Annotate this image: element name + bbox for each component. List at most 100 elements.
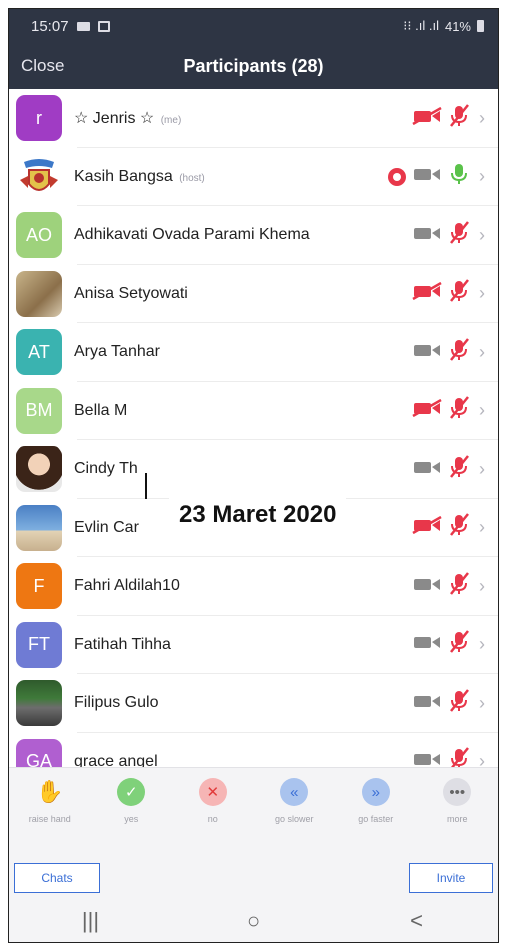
chevron-right-icon: ›: [479, 166, 485, 187]
participant-controls: ›: [412, 733, 488, 767]
participant-name: Kasih Bangsa (host): [74, 168, 205, 186]
avatar: [16, 154, 62, 200]
avatar-initials: F: [33, 575, 45, 596]
participant-controls: ›: [412, 616, 488, 675]
reaction-label: go faster: [358, 814, 394, 824]
video-camera-icon: [412, 633, 442, 656]
participant-name: Evlin Car: [74, 519, 139, 537]
invite-button[interactable]: Invite: [409, 863, 493, 893]
more-icon: •••: [443, 778, 472, 806]
participant-row[interactable]: Kasih Bangsa (host) ›: [9, 147, 498, 207]
video-camera-icon: [412, 692, 442, 715]
close-button[interactable]: Close: [21, 56, 64, 76]
video-off-icon: [412, 282, 442, 305]
avatar: FT: [16, 621, 62, 668]
avatar-initials: GA: [25, 751, 52, 767]
status-bar: 15:07 ⁝⁝ .ıl .ıl 41%: [9, 9, 498, 43]
participant-name: Adhikavati Ovada Parami Khema: [74, 226, 310, 244]
chevron-right-icon: ›: [479, 224, 485, 245]
chevron-right-icon: ›: [479, 634, 485, 655]
avatar-initials: FT: [28, 634, 50, 655]
video-camera-icon: [412, 458, 442, 481]
page-title: Participants (28): [183, 55, 324, 76]
participant-name-text: Fahri Aldilah10: [74, 577, 180, 595]
chevron-right-icon: ›: [479, 283, 485, 304]
participant-row[interactable]: r ☆ Jenris ☆ (me) ›: [9, 89, 498, 148]
participant-name: Filipus Gulo: [74, 694, 158, 712]
chevron-right-icon: ›: [479, 692, 485, 713]
home-button[interactable]: ○: [224, 908, 284, 934]
microphone-muted-icon: [448, 688, 470, 718]
participant-row[interactable]: FT Fatihah Tihha ›: [9, 615, 498, 675]
reaction-label: raise hand: [28, 814, 71, 824]
participant-role-tag: (host): [179, 172, 205, 184]
participant-controls: ›: [412, 382, 488, 441]
recording-icon: [388, 167, 406, 186]
reaction-yes-button[interactable]: ✓ yes: [96, 778, 166, 824]
participant-controls: ›: [412, 206, 488, 265]
reaction-raise-hand-button[interactable]: ✋ raise hand: [15, 778, 85, 824]
microphone-muted-icon: [448, 571, 470, 601]
participant-row[interactable]: Anisa Setyowati ›: [9, 264, 498, 324]
reaction-label: more: [446, 814, 468, 824]
avatar: AO: [16, 212, 62, 259]
chevron-right-icon: ›: [479, 751, 485, 767]
reaction-go-slower-button[interactable]: « go slower: [259, 778, 329, 824]
reaction-go-faster-button[interactable]: » go faster: [341, 778, 411, 824]
participant-row[interactable]: AO Adhikavati Ovada Parami Khema ›: [9, 206, 498, 265]
video-camera-icon: [412, 750, 442, 767]
participant-name-text: Bella M: [74, 401, 128, 419]
avatar-initials: AO: [25, 224, 52, 245]
chats-button[interactable]: Chats: [14, 863, 100, 893]
participant-controls: ›: [412, 499, 488, 558]
participant-name-text: ☆ Jenris ☆: [74, 110, 155, 128]
participant-controls: ›: [412, 674, 488, 733]
participant-controls: ›: [388, 148, 488, 207]
video-off-icon: [412, 399, 442, 422]
chevron-right-icon: ›: [479, 107, 485, 128]
participant-name-text: Anisa Setyowati: [74, 284, 188, 302]
phone-screen: 15:07 ⁝⁝ .ıl .ıl 41% Close Participants …: [8, 8, 499, 943]
reaction-more-button[interactable]: ••• more: [422, 778, 492, 824]
microphone-icon: [448, 162, 470, 191]
participant-controls: ›: [412, 265, 488, 324]
reaction-no-button[interactable]: ✕ no: [178, 778, 248, 824]
participant-row[interactable]: Filipus Gulo ›: [9, 674, 498, 733]
participant-controls: ›: [412, 440, 488, 499]
participant-name: Arya Tanhar: [74, 343, 160, 361]
video-camera-icon: [412, 575, 442, 598]
participant-row[interactable]: AT Arya Tanhar ›: [9, 323, 498, 382]
video-off-icon: [412, 106, 442, 130]
microphone-muted-icon: [448, 279, 470, 308]
reaction-label: yes: [124, 814, 139, 824]
signal-icon: ⁝⁝ .ıl .ıl: [403, 18, 439, 33]
participant-row[interactable]: F Fahri Aldilah10 ›: [9, 557, 498, 616]
raise-hand-icon: ✋: [36, 779, 64, 804]
participant-name-text: Evlin Car: [74, 518, 139, 536]
chevron-right-icon: ›: [479, 575, 485, 596]
text-cursor: [145, 473, 147, 499]
microphone-muted-icon: [448, 630, 470, 659]
microphone-muted-icon: [448, 396, 470, 425]
participant-name-text: grace angel: [74, 752, 158, 767]
participant-row[interactable]: BM Bella M ›: [9, 381, 498, 441]
recents-button[interactable]: |||: [61, 908, 121, 934]
participant-name-text: Arya Tanhar: [74, 343, 160, 361]
reactions-bar: ✋ raise hand ✓ yes ✕ no « go slower » go faster ••…: [9, 767, 498, 847]
avatar: AT: [16, 329, 62, 376]
participant-controls: ›: [412, 557, 488, 616]
participant-name: grace angel: [74, 753, 158, 767]
participant-list[interactable]: r ☆ Jenris ☆ (me) › Kasih Bangsa (host) › AO A…: [9, 89, 498, 767]
participant-name-text: Fatihah Tihha: [74, 635, 171, 653]
participant-row[interactable]: GA grace angel ›: [9, 732, 498, 767]
avatar: r: [16, 95, 62, 142]
participant-name-text: Kasih Bangsa: [74, 167, 173, 185]
back-button[interactable]: <: [387, 908, 447, 934]
avatar: [16, 446, 62, 493]
avatar: BM: [16, 387, 62, 434]
participant-row[interactable]: Cindy Th ›: [9, 440, 498, 499]
x-icon: ✕: [198, 778, 227, 806]
go-faster-icon: »: [361, 778, 390, 806]
go-slower-icon: «: [280, 778, 309, 806]
android-nav-bar: ||| ○ <: [9, 897, 498, 942]
